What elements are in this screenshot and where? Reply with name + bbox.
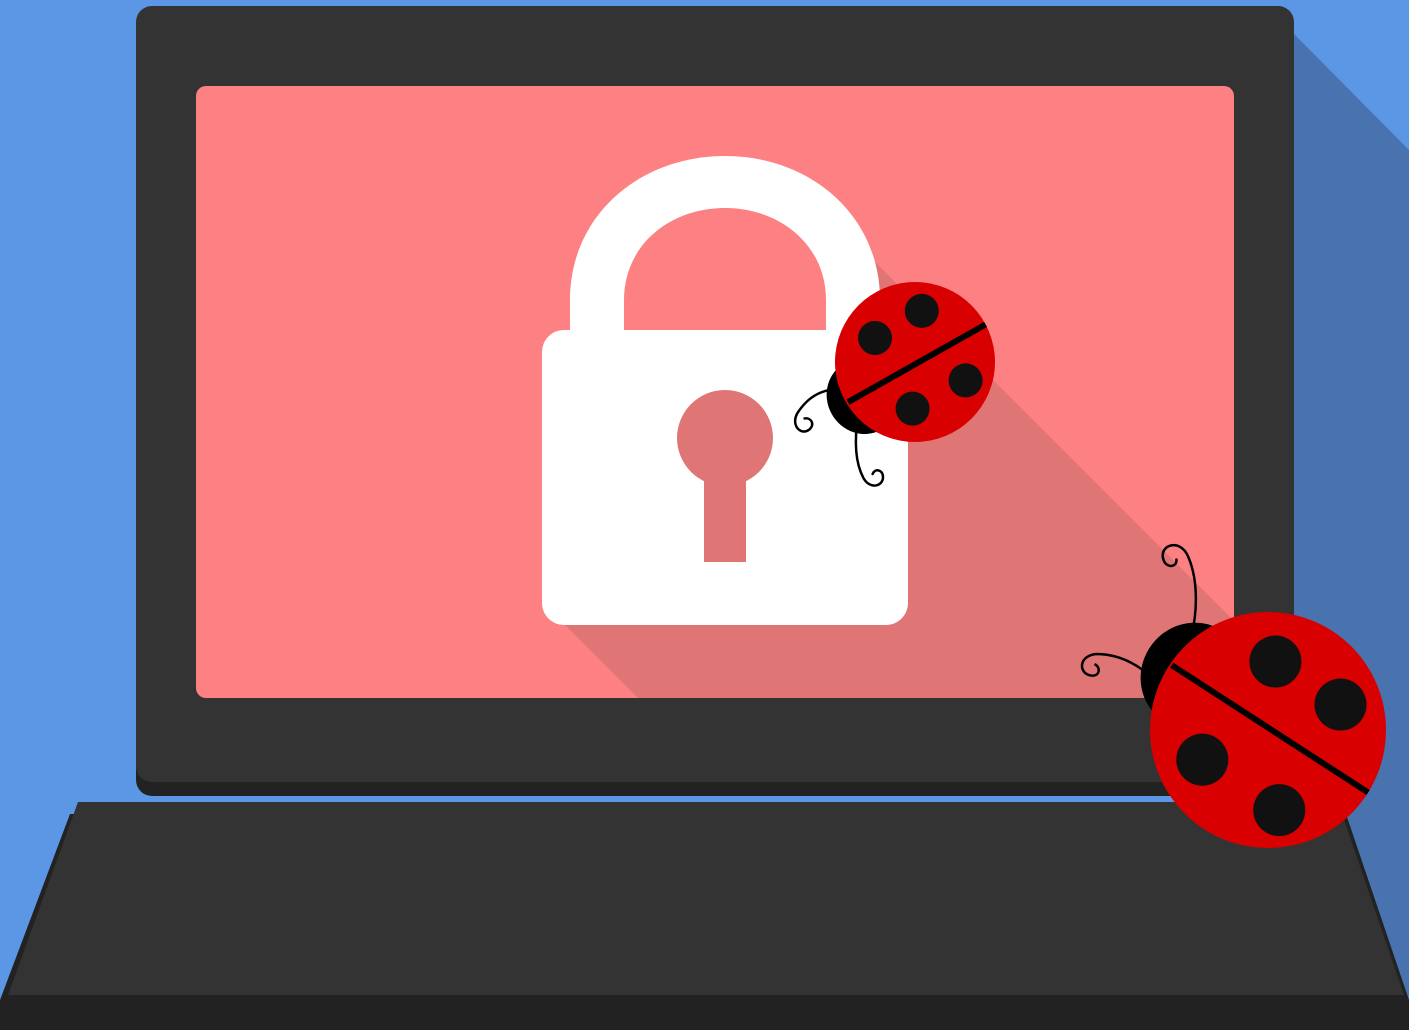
- illustration-canvas: [0, 0, 1409, 1030]
- illustration: [0, 0, 1409, 1030]
- keyhole-slot: [704, 450, 746, 562]
- laptop-base: [8, 802, 1404, 995]
